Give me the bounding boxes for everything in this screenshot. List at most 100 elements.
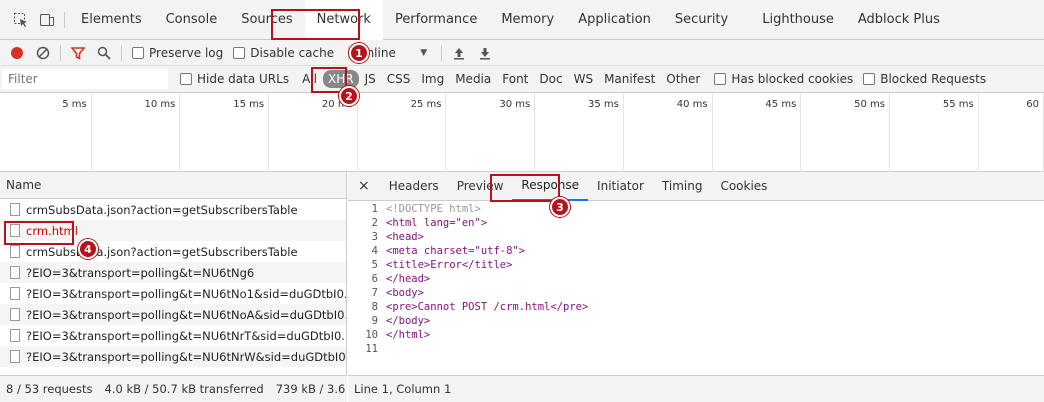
toolbar-separator bbox=[441, 44, 443, 61]
checkbox-box[interactable] bbox=[180, 73, 192, 85]
preserve-log-checkbox[interactable]: Preserve log bbox=[132, 46, 223, 60]
filter-type-manifest[interactable]: Manifest bbox=[599, 70, 660, 88]
request-row[interactable]: crmSubsData.json?action=getSubscribersTa… bbox=[0, 199, 346, 220]
code-text: </body> bbox=[386, 315, 431, 327]
has-blocked-cookies-checkbox[interactable]: Has blocked cookies bbox=[714, 72, 853, 86]
line-number: 3 bbox=[371, 231, 378, 243]
filter-type-js[interactable]: JS bbox=[360, 70, 381, 88]
line-number: 8 bbox=[371, 301, 378, 313]
toolbar-separator bbox=[121, 44, 122, 61]
checkbox-box[interactable] bbox=[714, 73, 727, 85]
tab-memory[interactable]: Memory bbox=[489, 0, 566, 40]
resource-type-filters: All XHR JS CSS Img Media Font Doc WS Manifest Othe… bbox=[297, 70, 706, 88]
checkbox-box[interactable] bbox=[233, 46, 246, 59]
document-icon bbox=[10, 203, 20, 216]
code-line: 4 <meta charset="utf-8"> bbox=[348, 244, 1044, 258]
request-name: ?EIO=3&transport=polling&t=NU6tNo1&sid=d… bbox=[26, 286, 346, 301]
filter-type-css[interactable]: CSS bbox=[382, 70, 416, 88]
code-line: 5 <title>Error</title> bbox=[348, 258, 1044, 272]
timeline-tick: 55 ms bbox=[890, 93, 979, 172]
transferred-size: 4.0 kB / 50.7 kB transferred bbox=[104, 382, 264, 396]
resources-size: 739 kB / 3.6 MB resources bbox=[275, 382, 347, 396]
toolbar-separator bbox=[60, 44, 61, 61]
name-column-header[interactable]: Name bbox=[0, 172, 346, 199]
timeline-tick: 45 ms bbox=[713, 93, 802, 172]
request-row[interactable]: ?EIO=3&transport=polling&t=NU6tNo1&sid=d… bbox=[0, 283, 346, 304]
close-details-icon[interactable]: × bbox=[348, 172, 380, 201]
line-number: 9 bbox=[371, 315, 378, 327]
filter-type-img[interactable]: Img bbox=[416, 70, 449, 88]
filter-type-media[interactable]: Media bbox=[450, 70, 496, 88]
response-viewer[interactable]: 1 <!DOCTYPE html> 2 <html lang="en"> 3 <head>… bbox=[348, 202, 1044, 372]
filter-type-other[interactable]: Other bbox=[661, 70, 705, 88]
code-text: <head> bbox=[386, 231, 424, 243]
checkbox-box[interactable] bbox=[863, 73, 876, 85]
network-toolbar: Preserve log Disable cache Online ▼ bbox=[0, 40, 1044, 66]
hide-data-urls-label: Hide data URLs bbox=[197, 72, 290, 86]
line-number: 7 bbox=[371, 287, 378, 299]
record-icon[interactable] bbox=[4, 40, 30, 66]
import-har-icon[interactable] bbox=[446, 40, 472, 66]
annotation-marker: 3 bbox=[550, 197, 570, 217]
line-number: 5 bbox=[371, 259, 378, 271]
details-tab-timing[interactable]: Timing bbox=[653, 172, 712, 201]
timeline-tick: 30 ms bbox=[447, 93, 536, 172]
code-line: 8 <pre>Cannot POST /crm.html</pre> bbox=[348, 300, 1044, 314]
filter-type-font[interactable]: Font bbox=[497, 70, 533, 88]
search-icon[interactable] bbox=[91, 40, 117, 66]
tab-console[interactable]: Console bbox=[154, 0, 230, 40]
filter-input[interactable] bbox=[2, 69, 168, 89]
network-status-bar: 8 / 53 requests 4.0 kB / 50.7 kB transfe… bbox=[0, 375, 347, 402]
request-row[interactable]: ?EIO=3&transport=polling&t=NU6tNg6 bbox=[0, 262, 346, 283]
request-name: ?EIO=3&transport=polling&t=NU6tNrW&sid=d… bbox=[26, 349, 346, 364]
request-row[interactable]: ?EIO=3&transport=polling&t=NU6tNoA&sid=d… bbox=[0, 304, 346, 325]
tab-security[interactable]: Security bbox=[663, 0, 740, 40]
blocked-requests-checkbox[interactable]: Blocked Requests bbox=[863, 72, 986, 86]
tab-performance[interactable]: Performance bbox=[383, 0, 489, 40]
details-tab-headers[interactable]: Headers bbox=[380, 172, 448, 201]
chevron-down-icon: ▼ bbox=[420, 47, 428, 58]
line-number: 4 bbox=[371, 245, 378, 257]
request-name: ?EIO=3&transport=polling&t=NU6tNoA&sid=d… bbox=[26, 307, 346, 322]
document-icon bbox=[10, 350, 20, 363]
timeline-overview[interactable]: 5 ms 10 ms 15 ms 20 ms 25 ms 30 ms 35 ms 40 ms 4… bbox=[0, 93, 1044, 172]
filter-type-doc[interactable]: Doc bbox=[534, 70, 567, 88]
details-tab-initiator[interactable]: Initiator bbox=[588, 172, 653, 201]
request-row[interactable]: ?EIO=3&transport=polling&t=NU6tNrT&sid=d… bbox=[0, 325, 346, 346]
request-name: ?EIO=3&transport=polling&t=NU6tNg6 bbox=[26, 265, 255, 280]
filter-bar: Hide data URLs AllXHRJSCSSImgMediaFontDo… bbox=[0, 66, 1044, 93]
tab-lighthouse[interactable]: Lighthouse bbox=[750, 0, 846, 40]
tab-elements[interactable]: Elements bbox=[69, 0, 154, 40]
code-line: 3 <head> bbox=[348, 230, 1044, 244]
cursor-position: Line 1, Column 1 bbox=[354, 382, 452, 396]
hide-data-urls-checkbox[interactable]: Hide data URLs bbox=[180, 72, 289, 86]
code-text: <title>Error</title> bbox=[386, 259, 513, 271]
request-row[interactable]: ?EIO=3&transport=polling&t=NU6tNrW&sid=d… bbox=[0, 346, 346, 367]
has-blocked-cookies-label: Has blocked cookies bbox=[731, 72, 854, 86]
timeline-tick: 60 bbox=[979, 93, 1044, 172]
tab-adblock-plus[interactable]: Adblock Plus bbox=[846, 0, 952, 40]
request-name: crmSubsData.json?action=getSubscribersTa… bbox=[26, 244, 298, 259]
tab-application[interactable]: Application bbox=[566, 0, 663, 40]
details-tab-cookies[interactable]: Cookies bbox=[711, 172, 776, 201]
filter-type-ws[interactable]: WS bbox=[569, 70, 598, 88]
filter-icon[interactable] bbox=[65, 40, 91, 66]
annotation-box-network-tab bbox=[271, 9, 360, 40]
export-har-icon[interactable] bbox=[472, 40, 498, 66]
code-text: <pre>Cannot POST /crm.html</pre> bbox=[386, 301, 589, 313]
inspect-element-icon[interactable] bbox=[8, 7, 34, 33]
document-icon bbox=[10, 266, 20, 279]
annotation-marker: 4 bbox=[78, 239, 98, 259]
preserve-log-label: Preserve log bbox=[149, 45, 224, 60]
code-line: 1 <!DOCTYPE html> bbox=[348, 202, 1044, 216]
disable-cache-checkbox[interactable]: Disable cache bbox=[233, 46, 334, 60]
clear-icon[interactable] bbox=[30, 40, 56, 66]
editor-status-bar: Line 1, Column 1 bbox=[348, 375, 1044, 402]
line-number: 2 bbox=[371, 217, 378, 229]
timeline-tick: 15 ms bbox=[180, 93, 270, 172]
timeline-tick: 50 ms bbox=[801, 93, 890, 172]
line-number: 1 bbox=[371, 203, 378, 215]
annotation-marker: 2 bbox=[339, 86, 359, 106]
device-toolbar-icon[interactable] bbox=[34, 7, 60, 33]
checkbox-box[interactable] bbox=[132, 46, 144, 59]
